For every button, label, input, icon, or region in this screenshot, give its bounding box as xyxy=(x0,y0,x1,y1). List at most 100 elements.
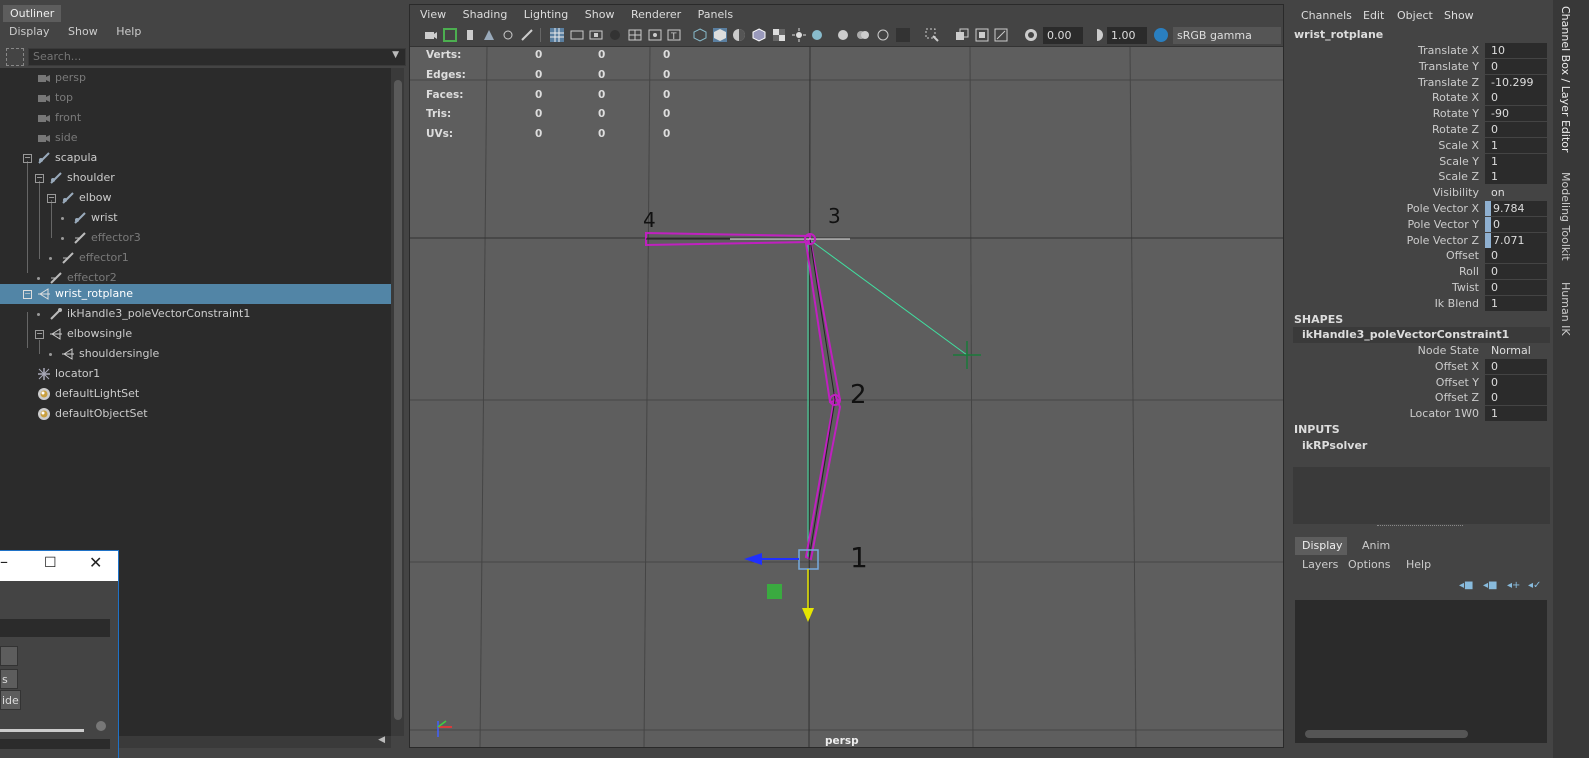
attr-row[interactable]: Pole Vector Y 0 xyxy=(1287,216,1553,233)
2d-pan-zoom-icon[interactable] xyxy=(501,28,515,42)
window-text-field[interactable] xyxy=(0,619,110,637)
new-layer-icon[interactable]: ◂+ xyxy=(1507,580,1520,591)
outliner-item-persp[interactable]: persp xyxy=(0,68,391,88)
attr-value-field[interactable]: 0 xyxy=(1485,122,1547,137)
attr-value-field[interactable]: 10 xyxy=(1485,43,1547,58)
attr-name[interactable]: Rotate X xyxy=(1432,91,1479,104)
outliner-item-shoulder[interactable]: − shoulder xyxy=(0,168,391,188)
image-plane-icon[interactable] xyxy=(482,28,496,42)
attr-name[interactable]: Rotate Y xyxy=(1433,107,1479,120)
outliner-tab[interactable]: Outliner xyxy=(3,5,61,22)
shape-node-name[interactable]: ikHandle3_poleVectorConstraint1 xyxy=(1293,327,1550,343)
attr-value-field[interactable]: 1 xyxy=(1485,406,1547,422)
attr-row[interactable]: Rotate X 0 xyxy=(1287,90,1553,106)
minimize-icon[interactable]: – xyxy=(0,552,8,571)
resolution-gate-icon[interactable] xyxy=(589,28,603,42)
attr-name[interactable]: Scale X xyxy=(1438,139,1479,152)
outliner-menu-help[interactable]: Help xyxy=(116,25,141,38)
layer-list-scrollbar[interactable] xyxy=(1305,730,1468,738)
grid-icon[interactable] xyxy=(550,28,564,42)
search-dropdown-icon[interactable]: ▼ xyxy=(392,50,399,60)
outliner-scroll-thumb[interactable] xyxy=(394,80,402,720)
film-gate-icon[interactable] xyxy=(570,28,584,42)
attr-name[interactable]: Offset xyxy=(1446,249,1479,262)
tab-anim[interactable]: Anim xyxy=(1353,537,1403,555)
attr-value-field[interactable]: 1 xyxy=(1485,137,1547,153)
move-layer-up-icon[interactable]: ◂■ xyxy=(1459,580,1473,591)
attr-name[interactable]: Rotate Z xyxy=(1432,123,1479,136)
channels-menu[interactable]: Channels xyxy=(1301,9,1352,22)
gamma-field[interactable]: 1.00 xyxy=(1107,27,1147,44)
wireframe-on-shaded-icon[interactable] xyxy=(752,28,766,42)
safe-title-icon[interactable]: T xyxy=(667,28,681,42)
attr-row[interactable]: Ik Blend 1 xyxy=(1287,295,1553,312)
attr-row[interactable]: Translate X 10 xyxy=(1287,43,1553,59)
attr-row[interactable]: Roll 0 xyxy=(1287,264,1553,280)
attr-value-field[interactable]: -90 xyxy=(1485,106,1547,122)
window-button-1[interactable] xyxy=(0,646,18,666)
outliner-item-polevector-constraint[interactable]: ikHandle3_poleVectorConstraint1 xyxy=(0,304,391,324)
collapse-icon[interactable]: − xyxy=(35,330,44,339)
viewport-menu-panels[interactable]: Panels xyxy=(698,8,733,21)
outliner-menu-display[interactable]: Display xyxy=(9,25,50,38)
attr-row[interactable]: Offset 0 xyxy=(1287,248,1553,264)
layers-menu[interactable]: Layers xyxy=(1302,558,1338,571)
attr-value-field[interactable]: 0 xyxy=(1485,280,1547,295)
object-menu[interactable]: Object xyxy=(1397,9,1433,22)
gamma-icon[interactable] xyxy=(1090,28,1104,42)
viewport-menu-show[interactable]: Show xyxy=(585,8,615,21)
default-material-icon[interactable] xyxy=(732,28,746,42)
outliner-filter-icon[interactable] xyxy=(6,48,24,66)
attr-value-field[interactable]: 1 xyxy=(1485,295,1547,311)
collapse-icon[interactable]: − xyxy=(47,194,56,203)
outliner-item-effector3[interactable]: effector3 xyxy=(0,228,391,248)
viewport-menu-view[interactable]: View xyxy=(420,8,446,21)
attr-value-field[interactable]: 0 xyxy=(1485,90,1547,106)
help-menu[interactable]: Help xyxy=(1406,558,1431,571)
field-chart-icon[interactable] xyxy=(628,28,642,42)
viewport-menu-renderer[interactable]: Renderer xyxy=(631,8,681,21)
outliner-item-wrist[interactable]: wrist xyxy=(0,208,391,228)
attr-name[interactable]: Pole Vector Y xyxy=(1407,218,1479,231)
splitter-handle[interactable] xyxy=(1377,525,1463,527)
attr-row[interactable]: Rotate Z 0 xyxy=(1287,122,1553,138)
attr-name[interactable]: Scale Y xyxy=(1439,155,1479,168)
layer-list[interactable] xyxy=(1295,600,1547,743)
xray-joints-icon[interactable] xyxy=(975,28,989,42)
isolate-select-icon[interactable] xyxy=(925,28,939,42)
attr-value-field[interactable]: 0 xyxy=(1485,248,1547,264)
attr-name[interactable]: Translate Y xyxy=(1419,60,1479,73)
close-icon[interactable]: ✕ xyxy=(89,553,102,572)
viewport-menu-lighting[interactable]: Lighting xyxy=(524,8,568,21)
outliner-item-wrist-rotplane[interactable]: − wrist_rotplane xyxy=(0,284,391,304)
tab-channel-box-layer-editor[interactable]: Channel Box / Layer Editor xyxy=(1559,6,1572,153)
attr-value-field[interactable]: on xyxy=(1485,185,1547,200)
bookmark-icon[interactable] xyxy=(463,28,477,42)
camera-attributes-icon[interactable] xyxy=(443,28,457,42)
attr-row[interactable]: Pole Vector X 9.784 xyxy=(1287,201,1553,217)
attr-row[interactable]: Offset X 0 xyxy=(1287,358,1553,375)
tab-human-ik[interactable]: Human IK xyxy=(1559,282,1572,336)
attr-value-field[interactable]: Normal xyxy=(1485,343,1547,358)
window-button-2[interactable]: s xyxy=(0,669,18,689)
attr-name[interactable]: Translate Z xyxy=(1418,76,1479,89)
attr-row[interactable]: Offset Y 0 xyxy=(1287,374,1553,391)
attr-value-field[interactable]: 0 xyxy=(1485,374,1547,390)
attr-value-field[interactable]: 9.784 xyxy=(1485,201,1547,216)
exposure-icon[interactable] xyxy=(1024,28,1038,42)
attr-name[interactable]: Translate X xyxy=(1418,44,1479,57)
tab-display[interactable]: Display xyxy=(1295,537,1347,555)
attr-value-field[interactable]: 1 xyxy=(1485,169,1547,185)
new-layer-selected-icon[interactable]: ◂✓ xyxy=(1528,580,1541,591)
outliner-item-top[interactable]: top xyxy=(0,88,391,108)
shadows-icon[interactable] xyxy=(811,28,825,42)
attr-value-field[interactable]: 0 xyxy=(1485,264,1547,280)
outliner-item-locator1[interactable]: locator1 xyxy=(0,364,391,384)
attr-value-field[interactable]: 0 xyxy=(1485,358,1547,374)
attr-name[interactable]: Roll xyxy=(1459,265,1479,278)
outliner-item-elbowsingle[interactable]: − elbowsingle xyxy=(0,324,391,344)
attr-value-field[interactable]: 0 xyxy=(1485,58,1547,74)
options-menu[interactable]: Options xyxy=(1348,558,1390,571)
gate-mask-icon[interactable] xyxy=(608,28,622,42)
anti-aliasing-icon[interactable] xyxy=(876,28,890,42)
